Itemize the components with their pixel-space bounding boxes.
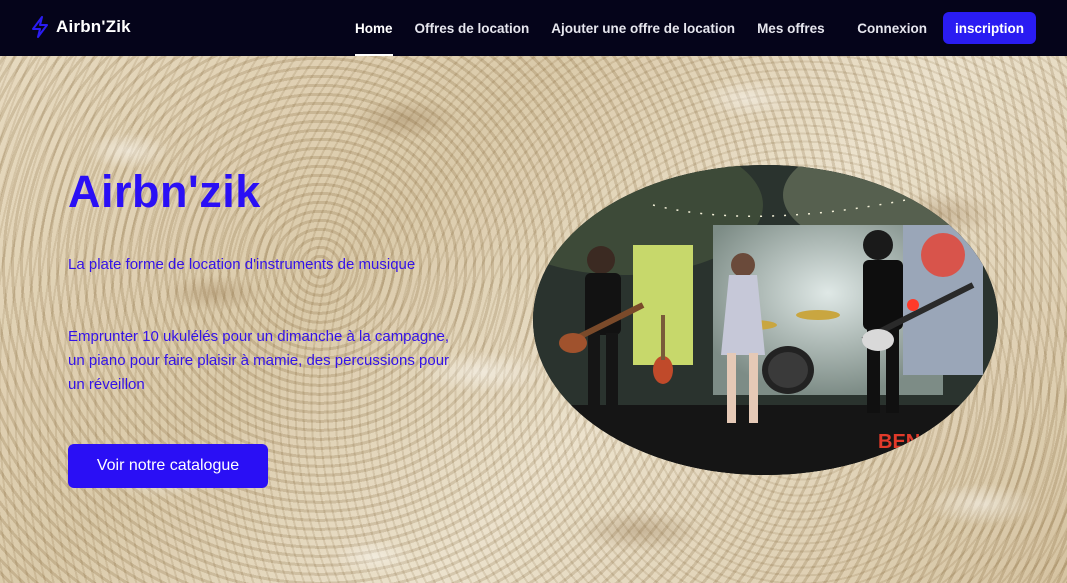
login-link[interactable]: Connexion [857, 21, 927, 36]
hero-section: Airbn'zik La plate forme de location d'i… [0, 56, 1067, 583]
signup-button[interactable]: inscription [942, 12, 1036, 44]
brand-name: Airbn'Zik [56, 17, 131, 36]
hero-description: Emprunter 10 ukulélés pour un dimanche à… [68, 328, 450, 393]
stage-sign-text: BEN [878, 431, 920, 453]
brand-logo[interactable]: Airbn'Zik [30, 16, 131, 38]
catalogue-button[interactable]: Voir notre catalogue [68, 444, 268, 488]
main-nav: Home Offres de location Ajouter une offr… [355, 0, 847, 56]
nav-item-offres-de-location[interactable]: Offres de location [415, 0, 530, 56]
hero-title: Airbn'zik [68, 166, 261, 217]
band-photo: BEN [533, 165, 998, 475]
hero-lead: La plate forme de location d'instruments… [68, 256, 416, 273]
nav-item-ajouter-offre[interactable]: Ajouter une offre de location [551, 0, 735, 56]
top-navbar: Airbn'Zik Home Offres de location Ajoute… [0, 0, 1067, 56]
nav-item-mes-offres[interactable]: Mes offres [757, 0, 825, 56]
bolt-icon [32, 16, 48, 38]
auth-actions: Connexion inscription [857, 12, 1036, 44]
nav-item-home[interactable]: Home [355, 0, 393, 56]
